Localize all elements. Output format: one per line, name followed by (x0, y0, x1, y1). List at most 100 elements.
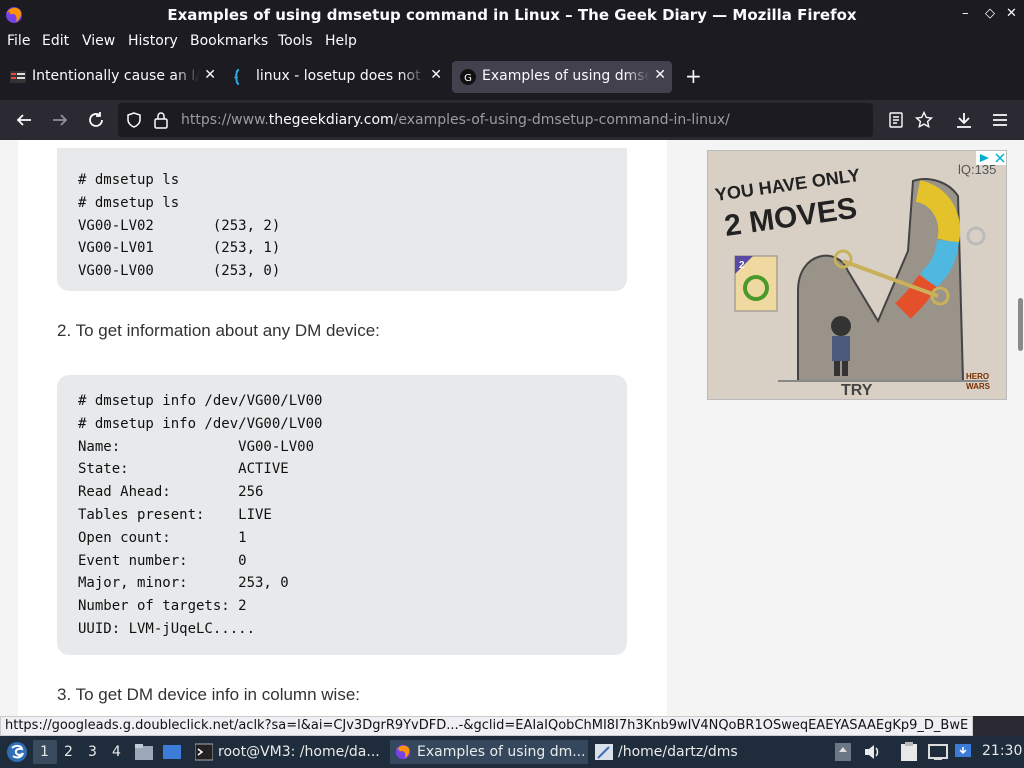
code-line: VG00-LV01 (253, 1) (78, 240, 281, 257)
back-arrow-icon (16, 114, 31, 126)
task-firefox[interactable]: Examples of using dm... (390, 740, 588, 764)
close-tab-icon[interactable]: ✕ (204, 67, 216, 83)
url-text[interactable]: https://www.thegeekdiary.com/examples-of… (181, 112, 730, 128)
menu-view[interactable]: View (82, 33, 115, 49)
code-line: Tables present: LIVE (78, 506, 272, 523)
scrollbar-thumb[interactable] (1018, 298, 1023, 351)
lock-icon[interactable] (153, 111, 169, 129)
workspace-2[interactable]: 2 (64, 744, 73, 760)
reload-icon (89, 112, 103, 127)
page-viewport[interactable]: # dmsetup ls # dmsetup ls VG00-LV02 (253… (0, 140, 1024, 716)
article-body: # dmsetup ls # dmsetup ls VG00-LV02 (253… (18, 140, 667, 716)
tracking-shield-icon[interactable] (126, 112, 142, 128)
tab-bar: Intentionally cause an I/O error in Linu… (0, 54, 1024, 100)
menu-help[interactable]: Help (325, 33, 357, 49)
tab-label: Intentionally cause an I/O error in Linu… (32, 68, 200, 84)
app-menu-button[interactable] (988, 108, 1012, 132)
task-terminal[interactable]: root@VM3: /home/da... (192, 740, 387, 764)
workspace-1[interactable]: 1 (40, 744, 49, 760)
taskbar: 1 2 3 4 root@VM3: /home/da... Examples o… (0, 736, 1024, 768)
ad-brand-line1: HERO (966, 372, 989, 381)
terminal-icon (195, 743, 213, 761)
tray-upload-icon[interactable] (835, 743, 851, 761)
hamburger-menu-icon (993, 114, 1007, 126)
code-line: State: ACTIVE (78, 461, 289, 478)
task-label: root@VM3: /home/da... (218, 744, 380, 760)
minimize-button[interactable]: – (962, 6, 969, 21)
workspace-4[interactable]: 4 (112, 744, 121, 760)
maximize-button[interactable]: ◇ (985, 6, 995, 21)
download-icon (957, 113, 971, 128)
close-tab-icon[interactable]: ✕ (430, 67, 442, 83)
window-title: Examples of using dmsetup command in Lin… (167, 6, 857, 24)
tab-label: linux - losetup does not fail (256, 68, 426, 84)
workspace-3[interactable]: 3 (88, 744, 97, 760)
ad-brand-line2: WARS (966, 382, 991, 391)
superuser-favicon-icon (234, 69, 240, 85)
code-line: Major, minor: 253, 0 (78, 575, 289, 592)
close-ad-icon[interactable] (992, 151, 1006, 165)
code-line: Event number: 0 (78, 552, 247, 569)
volume-icon[interactable] (863, 743, 881, 761)
left-margin (0, 140, 18, 716)
window-titlebar: Examples of using dmsetup command in Lin… (0, 0, 1024, 30)
menu-tools[interactable]: Tools (278, 33, 313, 49)
advertisement[interactable]: YOU HAVE ONLY 2 MOVES lQ:135 2 TRY HERO … (707, 150, 1007, 400)
downloads-button[interactable] (952, 108, 976, 132)
ad-cta: TRY (841, 382, 873, 399)
code-line: Open count: 1 (78, 529, 247, 546)
file-manager-launcher-icon[interactable] (134, 743, 154, 761)
network-icon[interactable] (954, 743, 972, 761)
bookmark-star-icon[interactable] (915, 111, 933, 129)
geekdiary-favicon-icon: G (460, 69, 476, 85)
paragraph-step-3: 3. To get DM device info in column wise: (57, 685, 360, 704)
folder-edit-icon (595, 744, 613, 760)
ad-artwork: YOU HAVE ONLY 2 MOVES lQ:135 2 TRY HERO … (708, 151, 1006, 399)
display-icon[interactable] (928, 743, 948, 761)
new-tab-button[interactable]: + (685, 64, 702, 88)
firefox-task-icon (395, 744, 411, 760)
ad-card-number: 2 (739, 260, 745, 271)
task-label: /home/dartz/dms (618, 744, 738, 760)
tab-dmsetup[interactable]: G Examples of using dmsetup ✕ (452, 61, 672, 93)
paragraph-step-2: 2. To get information about any DM devic… (57, 321, 380, 340)
status-link-preview: https://googleads.g.doubleclick.net/aclk… (0, 716, 974, 736)
tab-losetup[interactable]: linux - losetup does not fail ✕ (226, 61, 448, 93)
code-block-dmsetup-info: # dmsetup info /dev/VG00/LV00 # dmsetup … (57, 375, 627, 655)
code-line: UUID: LVM-jUqeLC..... (78, 620, 256, 637)
code-line: Name: VG00-LV00 (78, 438, 315, 455)
desktop-launcher-icon[interactable] (162, 743, 182, 761)
code-line: Number of targets: 2 (78, 598, 247, 615)
address-bar[interactable]: https://www.thegeekdiary.com/examples-of… (118, 103, 933, 137)
task-label: Examples of using dm... (417, 744, 586, 760)
close-tab-icon[interactable]: ✕ (654, 67, 666, 83)
sidebar: YOU HAVE ONLY 2 MOVES lQ:135 2 TRY HERO … (668, 140, 1024, 716)
reader-view-icon[interactable] (889, 112, 903, 128)
close-window-button[interactable]: ✕ (1006, 6, 1017, 21)
code-line: VG00-LV00 (253, 0) (78, 263, 281, 280)
menu-bookmarks[interactable]: Bookmarks (190, 33, 268, 49)
navigation-bar: https://www.thegeekdiary.com/examples-of… (0, 100, 1024, 140)
adchoices-icon[interactable] (976, 151, 992, 165)
forward-arrow-icon (53, 114, 68, 126)
menu-bar: File Edit View History Bookmarks Tools H… (0, 30, 1024, 54)
back-button[interactable] (12, 108, 36, 132)
forward-button[interactable] (48, 108, 72, 132)
start-menu-icon[interactable] (6, 741, 28, 763)
clock: 21:30 (982, 743, 1023, 759)
menu-edit[interactable]: Edit (42, 33, 69, 49)
code-line: # dmsetup ls (78, 194, 180, 211)
code-line: # dmsetup info /dev/VG00/LV00 (78, 415, 323, 432)
code-line: Read Ahead: 256 (78, 484, 264, 501)
clipboard-icon[interactable] (900, 742, 918, 762)
svg-text:G: G (464, 73, 472, 84)
menu-file[interactable]: File (7, 33, 30, 49)
code-line: # dmsetup ls (78, 172, 180, 188)
task-file-manager[interactable]: /home/dartz/dms (592, 740, 752, 764)
code-block-dmsetup-ls: # dmsetup ls # dmsetup ls VG00-LV02 (253… (57, 148, 627, 291)
tab-io-error[interactable]: Intentionally cause an I/O error in Linu… (2, 61, 222, 93)
code-line: # dmsetup info /dev/VG00/LV00 (78, 393, 323, 409)
code-line: VG00-LV02 (253, 2) (78, 217, 281, 234)
reload-button[interactable] (84, 108, 108, 132)
menu-history[interactable]: History (128, 33, 178, 49)
